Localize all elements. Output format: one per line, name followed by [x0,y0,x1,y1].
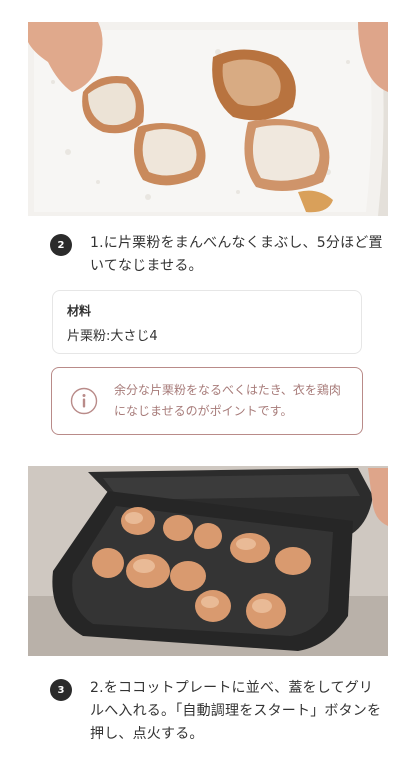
step-number-badge: 3 [50,679,72,701]
ingredient-item: 片栗粉:大さじ4 [67,329,158,344]
step-number-badge: 2 [50,234,72,256]
ingredients-title: 材料 [67,304,92,318]
photo-grill-plate [28,466,388,656]
info-icon [70,387,98,415]
tip-text: 余分な片栗粉をなるべくはたき、衣を鶏肉になじませるのがポイントです。 [114,383,341,418]
step-item: 3 2.をココットプレートに並べ、蓋をしてグリルへ入れる。「自動調理をスタート」… [50,677,386,746]
step-text: 1.に片栗粉をまんべんなくまぶし、5分ほど置いてなじませる。 [90,235,383,274]
step-item: 2 1.に片栗粉をまんべんなくまぶし、5分ほど置いてなじませる。 [50,232,386,278]
tip-box: 余分な片栗粉をなるべくはたき、衣を鶏肉になじませるのがポイントです。 [51,367,363,435]
ingredients-box: 材料 片栗粉:大さじ4 [52,290,362,354]
step-text: 2.をココットプレートに並べ、蓋をしてグリルへ入れる。「自動調理をスタート」ボタ… [90,680,382,742]
photo-dredging-chicken [28,22,388,216]
